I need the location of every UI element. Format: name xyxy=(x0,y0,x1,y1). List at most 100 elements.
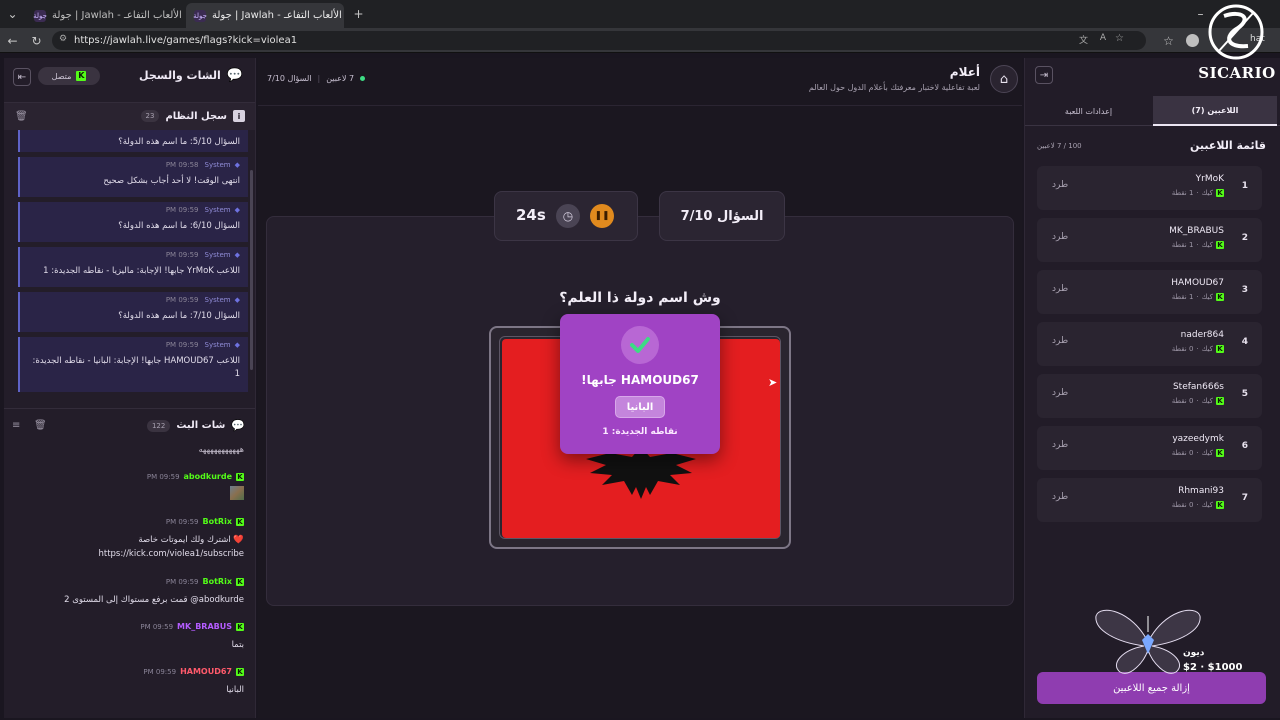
kick-badge-icon: K xyxy=(1216,449,1224,457)
stream-chat-count: 122 xyxy=(146,419,171,432)
tab-game-settings[interactable]: إعدادات اللعبة xyxy=(1025,96,1152,126)
kick-player-button[interactable]: طرد xyxy=(1052,440,1068,450)
subscribe-link[interactable]: https://kick.com/violea1/subscribe xyxy=(24,547,244,561)
player-points: 1 نقطة xyxy=(1171,241,1194,249)
timer-value: 24s xyxy=(516,206,546,224)
separator-dot: · xyxy=(1196,241,1199,249)
home-icon: ⌂ xyxy=(999,71,1009,87)
kick-player-button[interactable]: طرد xyxy=(1052,180,1068,190)
clear-chat-icon[interactable]: 🗑 xyxy=(34,420,47,431)
kick-player-button[interactable]: طرد xyxy=(1052,232,1068,242)
pause-button[interactable]: ❚❚ xyxy=(590,204,614,228)
kick-badge-icon: K xyxy=(1216,293,1224,301)
player-name: Rhmani93 xyxy=(1178,486,1224,496)
url-field[interactable]: ⚙ https://jawlah.live/games/flags?kick=v… xyxy=(52,31,1146,50)
message-time: PM 09:59 xyxy=(143,667,177,676)
browser-tab[interactable]: جولة جولة | Jawlah - منصة الألعاب التفاع… xyxy=(26,3,184,28)
system-message: ◆ System PM 09:59 اللاعب YrMoK جابها! الإج… xyxy=(18,247,248,287)
kick-player-button[interactable]: طرد xyxy=(1052,284,1068,294)
message-text: البانيا xyxy=(226,685,244,695)
message-text: السؤال 5/10: ما اسم هذه الدولة؟ xyxy=(118,137,240,147)
message-author[interactable]: HAMOUD67 xyxy=(180,667,232,676)
game-title: أعلام xyxy=(949,65,980,79)
pause-icon: ❚❚ xyxy=(594,211,610,221)
mouse-cursor-icon: ➤ xyxy=(768,376,778,389)
collapse-panel-icon[interactable]: ⇤ xyxy=(13,68,31,86)
scrollbar[interactable] xyxy=(250,170,253,370)
separator-dot: · xyxy=(1196,397,1199,405)
message-author[interactable]: BotRix xyxy=(203,577,232,586)
message-time: PM 09:59 xyxy=(165,341,199,349)
kick-badge-icon: K xyxy=(236,472,244,481)
chat-message: K BotRix PM 09:59 abodkurde@ قمت برفع مستو… xyxy=(24,577,244,607)
brand-text: SICARIO xyxy=(1198,64,1276,82)
player-meta: K كيك · 0 نقطة xyxy=(1172,501,1224,509)
chat-bubble-icon: 💬 xyxy=(231,419,245,432)
tab-players[interactable]: اللاعبين (7) xyxy=(1153,96,1277,126)
player-name: YrMoK xyxy=(1195,174,1224,184)
site-info-icon[interactable]: ⚙ xyxy=(59,34,67,44)
tab-title: جولة | Jawlah - منصة الألعاب التفاعـ xyxy=(52,10,184,21)
separator-dot: · xyxy=(1196,189,1199,197)
message-author[interactable]: BotRix xyxy=(203,517,232,526)
kick-player-button[interactable]: طرد xyxy=(1052,492,1068,502)
player-meta: K كيك · 0 نقطة xyxy=(1172,449,1224,457)
bookmark-star-icon[interactable]: ☆ xyxy=(1115,33,1124,44)
kick-badge-icon: K xyxy=(1216,501,1224,509)
kick-badge-icon: K xyxy=(236,667,244,676)
kick-player-button[interactable]: طرد xyxy=(1052,388,1068,398)
message-author[interactable]: MK_BRABUS xyxy=(177,622,232,631)
online-dot-icon xyxy=(360,76,366,81)
player-rank: 2 xyxy=(1241,233,1248,243)
message-text: انتهى الوقت! لا أحد أجاب بشكل صحيح xyxy=(103,176,240,186)
system-log-list[interactable]: السؤال 5/10: ما اسم هذه الدولة؟ ◆ System P… xyxy=(4,130,255,400)
system-log-title: سجل النظام xyxy=(165,110,227,122)
player-platform: كيك xyxy=(1201,189,1213,197)
translate-icon[interactable]: 文 xyxy=(1079,33,1088,46)
message-author[interactable]: abodkurde xyxy=(184,472,232,481)
sicario-emblem-icon xyxy=(1208,4,1264,60)
system-icon: ◆ xyxy=(234,296,240,304)
players-status: 7 لاعبين xyxy=(326,74,355,83)
url-text: https://jawlah.live/games/flags?kick=vio… xyxy=(74,35,298,46)
browser-tab-active[interactable]: جولة جولة | Jawlah - منصة الألعاب التفاع… xyxy=(186,3,344,28)
system-log-header: 🗑 i سجل النظام 23 xyxy=(4,102,255,130)
profile-avatar[interactable] xyxy=(1184,32,1201,49)
player-platform: كيك xyxy=(1201,449,1213,457)
game-title-block: أعلام لعبة تفاعلية لاختبار معرفتك بأعلام… xyxy=(809,65,980,92)
kick-badge-icon: K xyxy=(1216,189,1224,197)
player-name: HAMOUD67 xyxy=(1171,278,1224,288)
clear-log-icon[interactable]: 🗑 xyxy=(15,111,28,122)
stream-chat-list[interactable]: هههههههههههه Kabodkurde PM 09:59 K BotRix P… xyxy=(4,443,255,715)
system-log-count: 23 xyxy=(140,110,160,122)
reload-icon[interactable]: ↻ xyxy=(28,32,45,49)
favorites-icon[interactable]: ☆ xyxy=(1160,32,1177,49)
player-meta: K كيك · 1 نقطة xyxy=(1172,241,1224,249)
filter-icon[interactable]: ≡ xyxy=(12,420,20,431)
panel-tabs: إعدادات اللعبة اللاعبين (7) xyxy=(1025,96,1280,126)
player-meta: K كيك · 0 نقطة xyxy=(1172,345,1224,353)
message-text: بتما xyxy=(231,640,244,650)
kick-player-button[interactable]: طرد xyxy=(1052,336,1068,346)
player-name: MK_BRABUS xyxy=(1169,226,1224,236)
new-tab-icon[interactable]: + xyxy=(350,5,367,22)
chat-panel-header: 💬 الشات والسجل xyxy=(139,68,243,83)
text-size-icon[interactable]: A xyxy=(1100,33,1106,43)
popup-points: نقاطه الجديدة: 1 xyxy=(602,427,678,437)
message-time: PM 09:59 xyxy=(165,251,199,259)
tab-list-icon[interactable]: ⌄ xyxy=(4,5,21,22)
question-progress: السؤال 7/10 xyxy=(267,74,312,83)
status-text: متصل xyxy=(51,71,72,81)
question-number-card: السؤال 7/10 xyxy=(659,191,785,241)
collapse-panel-icon[interactable]: ⇥ xyxy=(1035,66,1053,84)
back-icon[interactable]: ← xyxy=(4,32,21,49)
message-author: System xyxy=(204,161,231,169)
message-time: PM 09:59 xyxy=(165,296,199,304)
player-row: 2 MK_BRABUS K كيك · 1 نقطة طرد xyxy=(1037,218,1262,262)
chat-bubble-icon: 💬 xyxy=(226,68,243,83)
correct-answer-popup: HAMOUD67 جابها! البانيا نقاطه الجديدة: 1 xyxy=(560,314,720,454)
player-points: 0 نقطة xyxy=(1171,501,1194,509)
game-area: السؤال 7/10 | 7 لاعبين ⌂ أعلام لعبة تفاع… xyxy=(258,58,1022,718)
home-button[interactable]: ⌂ xyxy=(990,65,1018,93)
kick-badge-icon: K xyxy=(1216,345,1224,353)
